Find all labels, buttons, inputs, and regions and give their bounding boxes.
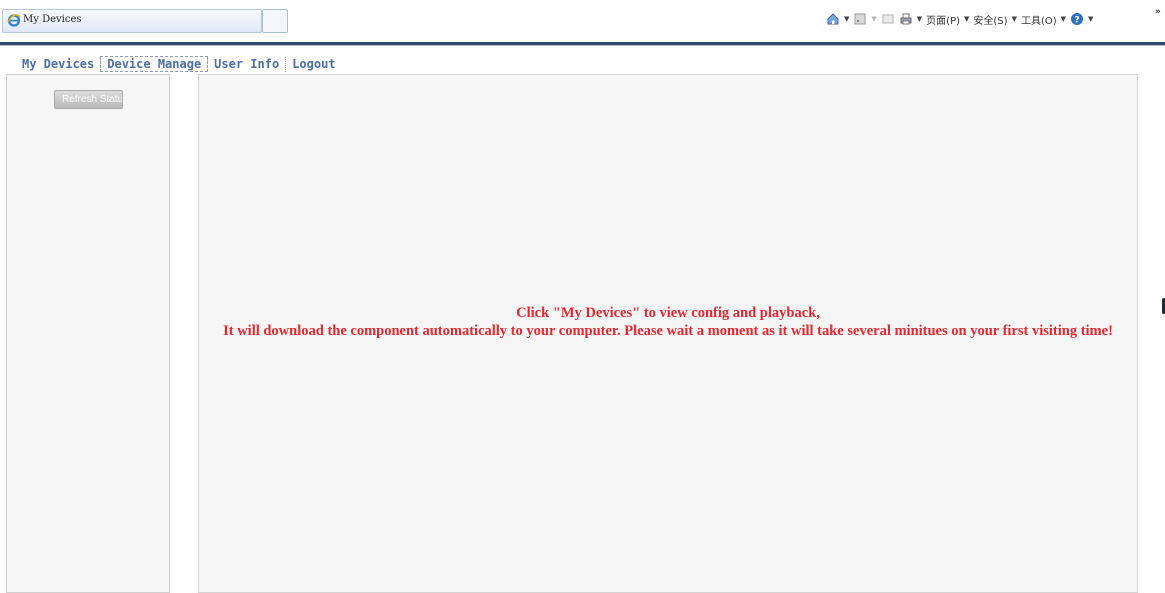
safety-menu-caret[interactable]: ▼ bbox=[1012, 15, 1017, 23]
home-dropdown-caret[interactable]: ▼ bbox=[844, 15, 849, 23]
print-icon[interactable] bbox=[899, 12, 913, 26]
page-menu-caret[interactable]: ▼ bbox=[964, 15, 969, 23]
browser-toolbar: My Devices ▼ ▼ ▼ 页面(P) ▼ 安全(S) ▼ 工具(O) ▼ bbox=[0, 0, 1165, 42]
help-dropdown-caret[interactable]: ▼ bbox=[1088, 15, 1093, 23]
main-nav: My Devices Device Manage User Info Logou… bbox=[22, 55, 342, 73]
tools-menu[interactable]: 工具(O) bbox=[1021, 12, 1057, 27]
nav-device-manage[interactable]: Device Manage bbox=[100, 56, 209, 72]
command-bar: ▼ ▼ ▼ 页面(P) ▼ 安全(S) ▼ 工具(O) ▼ ? ▼ bbox=[826, 9, 1093, 29]
info-message-line-2: It will download the component automatic… bbox=[223, 323, 1113, 339]
safety-menu[interactable]: 安全(S) bbox=[973, 12, 1007, 27]
ie-icon bbox=[7, 14, 21, 27]
home-icon[interactable] bbox=[826, 12, 840, 26]
device-sidebar: Refresh Status bbox=[6, 74, 170, 593]
info-message: Click "My Devices" to view config and pl… bbox=[199, 304, 1137, 340]
tools-menu-caret[interactable]: ▼ bbox=[1061, 15, 1066, 23]
feeds-icon[interactable] bbox=[853, 12, 867, 26]
content-panel: Click "My Devices" to view config and pl… bbox=[198, 74, 1138, 593]
read-mail-icon[interactable] bbox=[881, 12, 895, 26]
nav-user-info[interactable]: User Info bbox=[208, 57, 285, 71]
print-dropdown-caret[interactable]: ▼ bbox=[917, 15, 922, 23]
nav-my-devices[interactable]: My Devices bbox=[22, 57, 100, 71]
tab-title: My Devices bbox=[23, 14, 82, 25]
browser-tab[interactable]: My Devices bbox=[2, 9, 262, 33]
page-menu[interactable]: 页面(P) bbox=[926, 12, 960, 27]
feeds-dropdown-caret[interactable]: ▼ bbox=[871, 15, 876, 23]
toolbar-overflow-chevron[interactable]: » bbox=[1155, 7, 1161, 17]
nav-logout[interactable]: Logout bbox=[286, 57, 341, 71]
new-tab-button[interactable] bbox=[262, 9, 288, 33]
info-message-line-1: Click "My Devices" to view config and pl… bbox=[516, 305, 820, 321]
refresh-status-button[interactable]: Refresh Status bbox=[54, 90, 123, 109]
header-rule-shadow bbox=[0, 45, 1165, 46]
svg-text:?: ? bbox=[1074, 16, 1079, 26]
help-icon[interactable]: ? bbox=[1070, 12, 1084, 26]
